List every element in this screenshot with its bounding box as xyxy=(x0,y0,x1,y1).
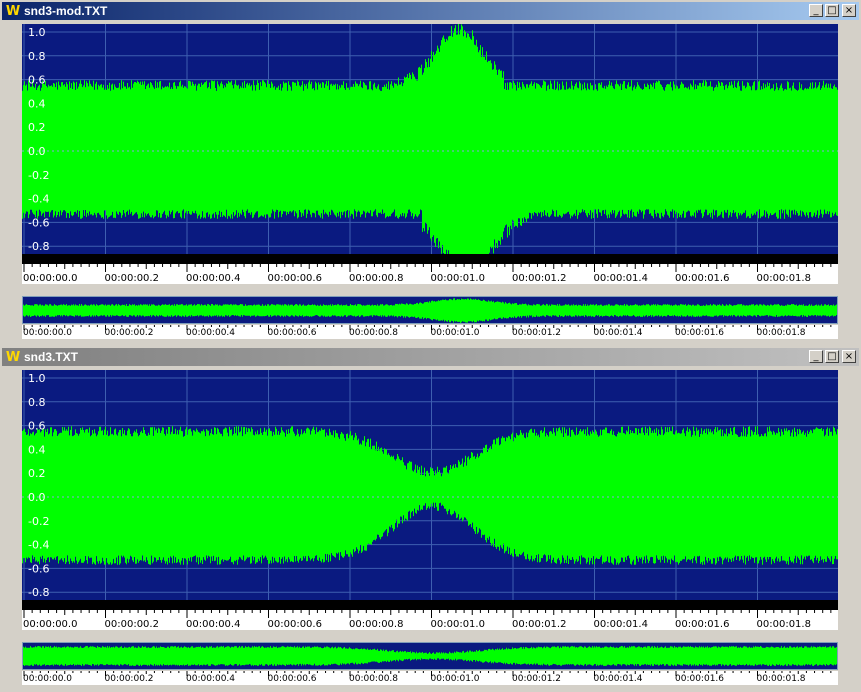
time-label: 00:00:01.8 xyxy=(756,674,806,684)
time-label: 00:00:01.0 xyxy=(430,619,485,630)
time-label: 00:00:00.6 xyxy=(267,273,322,284)
time-scale-2: 00:00:00.0 00:00:00.2 00:00:00.4 00:00:00.6… xyxy=(22,610,838,630)
time-label: 00:00:00.2 xyxy=(104,619,159,630)
scroll-track xyxy=(22,254,838,264)
time-label: 00:00:01.6 xyxy=(675,328,725,338)
time-label: 00:00:00.0 xyxy=(23,328,73,338)
time-label: 00:00:01.6 xyxy=(675,674,725,684)
y-axis-label: -0.8 xyxy=(28,586,49,599)
overview-strip-2[interactable] xyxy=(22,642,838,670)
time-label: 00:00:01.8 xyxy=(756,328,806,338)
time-label: 00:00:00.6 xyxy=(267,619,322,630)
waveform-view-2[interactable]: 1.0 0.8 0.6 0.4 0.2 0.0 -0.2 -0.4 -0.6 -0.8 xyxy=(22,370,838,610)
y-axis-label: -0.4 xyxy=(28,539,49,552)
waveform-plot-1[interactable]: 1.0 0.8 0.6 0.4 0.2 0.0 -0.2 -0.4 -0.6 -0.8 xyxy=(22,24,838,264)
y-axis-label: 0.6 xyxy=(28,420,46,433)
time-label: 00:00:00.0 xyxy=(23,273,78,284)
app-icon: W xyxy=(5,3,21,19)
time-label: 00:00:01.0 xyxy=(430,328,480,338)
time-label: 00:00:00.8 xyxy=(349,328,399,338)
y-axis-label: -0.2 xyxy=(28,515,49,528)
time-label: 00:00:01.2 xyxy=(512,674,562,684)
y-axis-label: 0.8 xyxy=(28,50,46,63)
time-label: 00:00:00.8 xyxy=(349,674,399,684)
y-axis-label: 0.2 xyxy=(28,467,46,480)
y-axis-label: -0.8 xyxy=(28,240,49,253)
waveform-window-1[interactable]: W snd3-mod.TXT _ □ × 1.0 0.8 0.6 0.4 0.2 0.0 -… xyxy=(0,0,861,345)
y-axis-label: 0.4 xyxy=(28,443,46,456)
time-label: 00:00:01.2 xyxy=(512,273,567,284)
maximize-button[interactable]: □ xyxy=(825,4,839,17)
y-axis-label: -0.6 xyxy=(28,216,49,229)
time-label: 00:00:00.4 xyxy=(186,273,241,284)
waveform-view-1[interactable]: 1.0 0.8 0.6 0.4 0.2 0.0 -0.2 -0.4 -0.6 -0.8 xyxy=(22,24,838,264)
time-label: 00:00:00.8 xyxy=(349,619,404,630)
minimize-button[interactable]: _ xyxy=(809,350,823,363)
time-label: 00:00:01.4 xyxy=(593,273,648,284)
scroll-track xyxy=(22,600,838,610)
time-label: 00:00:01.4 xyxy=(593,619,648,630)
time-label: 00:00:00.6 xyxy=(267,674,317,684)
time-label: 00:00:00.4 xyxy=(186,328,236,338)
overview-time-scale-2: 00:00:00.0 00:00:00.2 00:00:00.4 00:00:00.6… xyxy=(22,671,838,685)
minimize-button[interactable]: _ xyxy=(809,4,823,17)
time-label: 00:00:00.4 xyxy=(186,674,236,684)
y-axis-label: 0.4 xyxy=(28,97,46,110)
time-label: 00:00:00.0 xyxy=(23,674,73,684)
overview-time-scale-1: 00:00:00.0 00:00:00.2 00:00:00.4 00:00:00.6… xyxy=(22,325,838,339)
y-axis-label: 0.8 xyxy=(28,396,46,409)
time-label: 00:00:01.2 xyxy=(512,619,567,630)
time-label: 00:00:01.6 xyxy=(675,619,730,630)
time-label: 00:00:01.8 xyxy=(756,273,811,284)
time-label: 00:00:01.0 xyxy=(430,674,480,684)
time-label: 00:00:01.6 xyxy=(675,273,730,284)
time-label: 00:00:00.6 xyxy=(267,328,317,338)
y-axis-label: -0.4 xyxy=(28,193,49,206)
y-axis-label: 0.0 xyxy=(28,491,46,504)
time-label: 00:00:00.4 xyxy=(186,619,241,630)
y-axis-label: -0.2 xyxy=(28,169,49,182)
maximize-button[interactable]: □ xyxy=(825,350,839,363)
y-axis-label: -0.6 xyxy=(28,562,49,575)
title-bar-1[interactable]: W snd3-mod.TXT _ □ × xyxy=(2,2,859,20)
time-label: 00:00:00.0 xyxy=(23,619,78,630)
app-icon: W xyxy=(5,349,21,365)
time-label: 00:00:00.2 xyxy=(104,273,159,284)
close-button[interactable]: × xyxy=(842,4,856,17)
time-scale-1: 00:00:00.0 00:00:00.2 00:00:00.4 00:00:00.6… xyxy=(22,264,838,284)
time-label: 00:00:01.4 xyxy=(593,328,643,338)
time-label: 00:00:00.8 xyxy=(349,273,404,284)
y-axis-label: 0.2 xyxy=(28,121,46,134)
time-label: 00:00:00.2 xyxy=(104,674,154,684)
y-axis-label: 1.0 xyxy=(28,372,46,385)
overview-plot-2[interactable] xyxy=(23,643,837,669)
window-title-2: snd3.TXT xyxy=(24,350,79,364)
time-label: 00:00:01.8 xyxy=(756,619,811,630)
time-label: 00:00:01.0 xyxy=(430,273,485,284)
y-axis-label: 0.0 xyxy=(28,145,46,158)
title-bar-2[interactable]: W snd3.TXT _ □ × xyxy=(2,348,859,366)
overview-strip-1[interactable] xyxy=(22,296,838,324)
time-label: 00:00:01.4 xyxy=(593,674,643,684)
waveform-window-2[interactable]: W snd3.TXT _ □ × 1.0 0.8 0.6 0.4 0.2 0.0 -0.2 -… xyxy=(0,346,861,692)
y-axis-label: 0.6 xyxy=(28,74,46,87)
waveform-plot-2[interactable]: 1.0 0.8 0.6 0.4 0.2 0.0 -0.2 -0.4 -0.6 -0.8 xyxy=(22,370,838,610)
time-label: 00:00:00.2 xyxy=(104,328,154,338)
window-title-1: snd3-mod.TXT xyxy=(24,4,108,18)
overview-plot-1[interactable] xyxy=(23,297,837,323)
y-axis-label: 1.0 xyxy=(28,26,46,39)
close-button[interactable]: × xyxy=(842,350,856,363)
time-label: 00:00:01.2 xyxy=(512,328,562,338)
